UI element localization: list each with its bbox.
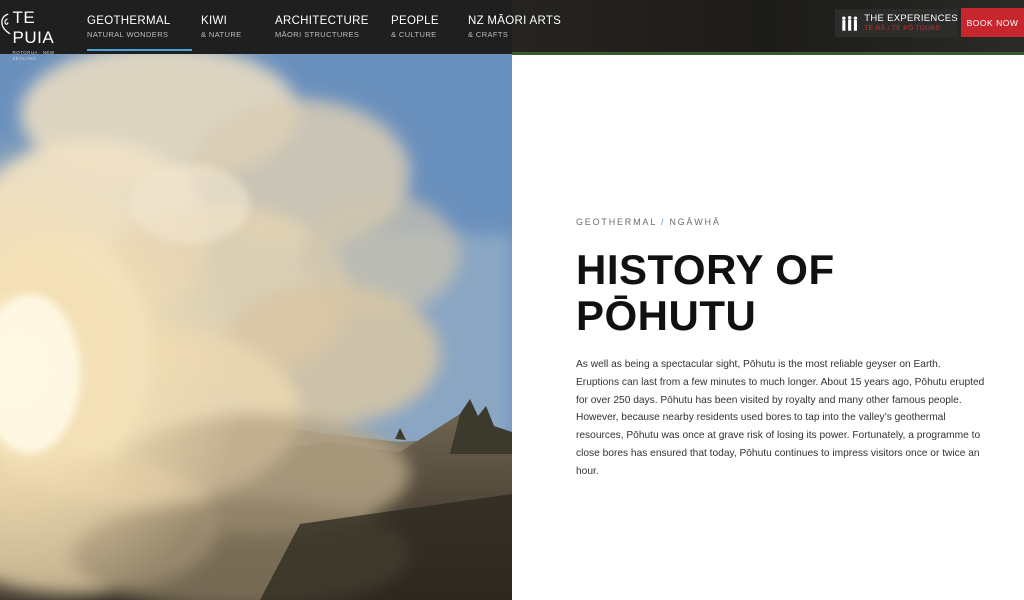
breadcrumb-separator: / xyxy=(661,217,666,227)
header-bottom-edge xyxy=(512,52,1024,55)
te-puia-logo[interactable]: TE PUIA ROTORUA · NEW ZEALAND xyxy=(0,8,70,61)
top-navigation-bar: TE PUIA ROTORUA · NEW ZEALAND GEOTHERMAL… xyxy=(0,0,1024,61)
breadcrumb: GEOTHERMAL / NGĀWHĀ xyxy=(576,217,721,227)
pohutu-geyser-photo xyxy=(0,54,512,600)
nav-item-subtitle: & CRAFTS xyxy=(468,30,509,39)
nav-item-architecture[interactable]: ARCHITECTURE MĀORI STRUCTURES xyxy=(275,14,369,41)
article-body: As well as being a spectacular sight, Pō… xyxy=(576,359,985,477)
nav-item-geothermal[interactable]: GEOTHERMAL NATURAL WONDERS xyxy=(87,14,171,41)
koru-logo-icon xyxy=(1,13,11,35)
nav-item-title: ARCHITECTURE xyxy=(275,15,369,27)
page-title-line-1: HISTORY OF xyxy=(576,246,835,293)
experiences-title: THE EXPERIENCES xyxy=(864,13,958,24)
breadcrumb-maori-term: NGĀWHĀ xyxy=(669,217,721,227)
nav-item-nz-maori-arts[interactable]: NZ MĀORI ARTS & CRAFTS xyxy=(468,14,561,41)
brand-tagline: ROTORUA · NEW ZEALAND xyxy=(12,50,55,61)
nav-item-title: KIWI xyxy=(201,15,228,27)
nav-item-title: NZ MĀORI ARTS xyxy=(468,15,562,27)
nav-item-subtitle: MĀORI STRUCTURES xyxy=(275,30,360,39)
nav-item-subtitle: & NATURE xyxy=(201,30,242,39)
breadcrumb-category[interactable]: GEOTHERMAL xyxy=(576,217,657,227)
experiences-subtitle: TE RĀ / TE PŌ TOURS xyxy=(864,25,941,32)
geyser-steam-illustration xyxy=(0,54,512,600)
page-title-line-2: PŌHUTU xyxy=(576,292,757,339)
nav-item-subtitle: & CULTURE xyxy=(391,30,437,39)
experiences-button[interactable]: THE EXPERIENCES TE RĀ / TE PŌ TOURS xyxy=(835,9,958,37)
nav-item-kiwi[interactable]: KIWI & NATURE xyxy=(201,14,242,41)
nav-item-title: GEOTHERMAL xyxy=(87,15,171,27)
nav-item-people[interactable]: PEOPLE & CULTURE xyxy=(391,14,439,41)
people-silhouettes-icon xyxy=(842,15,858,31)
book-now-button[interactable]: BOOK NOW xyxy=(961,8,1024,37)
nav-item-title: PEOPLE xyxy=(391,15,439,27)
nav-active-indicator xyxy=(87,49,192,51)
page-title: HISTORY OF PŌHUTU xyxy=(576,247,996,339)
nav-item-subtitle: NATURAL WONDERS xyxy=(87,30,169,39)
brand-name: TE PUIA xyxy=(12,8,55,47)
